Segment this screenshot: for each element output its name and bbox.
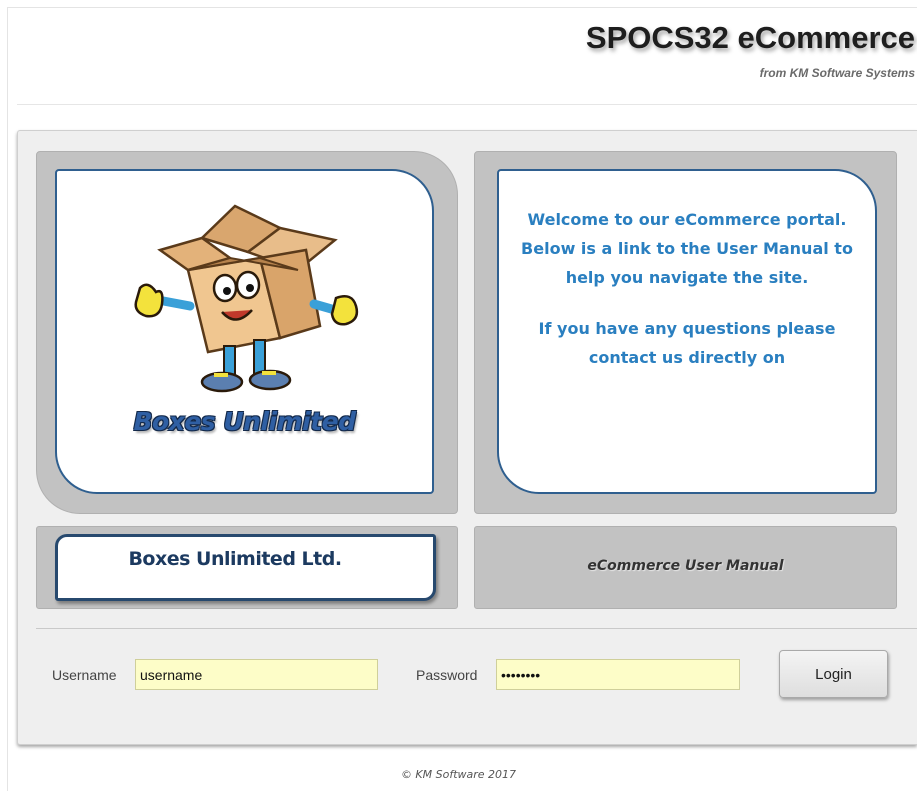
company-name: Boxes Unlimited Ltd. [128, 548, 342, 570]
username-input[interactable] [135, 659, 378, 690]
login-button[interactable]: Login [779, 650, 888, 698]
welcome-paragraph-2: If you have any questions please contact… [538, 319, 836, 367]
user-manual-link[interactable]: eCommerce User Manual [474, 558, 897, 574]
header: SPOCS32 eCommerce from KM Software Syste… [0, 0, 917, 104]
password-input[interactable] [496, 659, 740, 690]
footer-copyright: © KM Software 2017 [400, 768, 517, 781]
app-subtitle: from KM Software Systems [759, 66, 915, 80]
welcome-message: Welcome to our eCommerce portal. Below i… [510, 205, 864, 372]
logo-wordmark: Boxes Unlimited [133, 407, 356, 436]
welcome-paragraph-1: Welcome to our eCommerce portal. Below i… [521, 210, 853, 287]
password-label: Password [416, 667, 478, 683]
header-divider [17, 104, 917, 105]
app-title: SPOCS32 eCommerce [585, 20, 915, 55]
username-label: Username [52, 667, 117, 683]
cardboard-box-mascot-icon [134, 204, 359, 393]
login-divider [36, 628, 917, 629]
